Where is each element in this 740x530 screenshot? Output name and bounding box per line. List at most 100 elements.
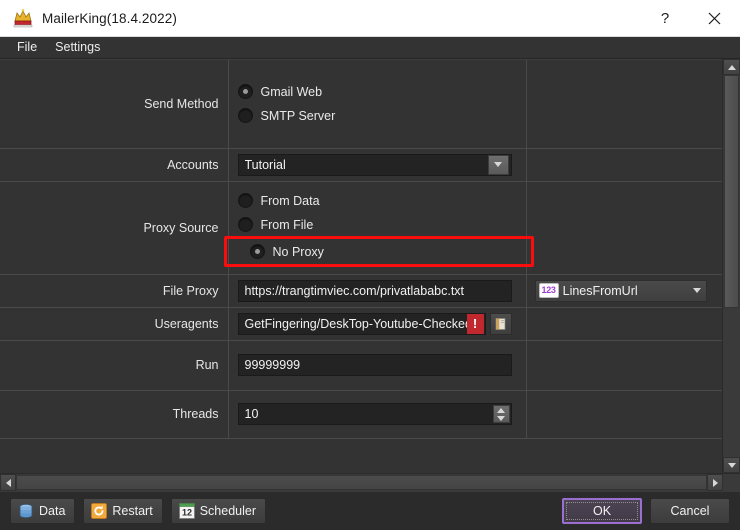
no-proxy-highlight-wrap: No Proxy [223, 236, 534, 267]
row-proxy-source: Proxy Source From Data From File No Prox… [0, 181, 722, 275]
radio-group-send-method: Gmail Web SMTP Server [237, 84, 526, 124]
chevron-down-icon[interactable] [487, 154, 509, 175]
bottom-toolbar: Data Restart 12 Scheduler OK Cancel [0, 491, 740, 530]
field-run: 99999999 [228, 340, 527, 391]
extra-run [526, 340, 722, 391]
number-type-icon: 123 [538, 283, 559, 298]
radio-gmail-web[interactable]: Gmail Web [237, 84, 526, 100]
scrollbar-corner [723, 474, 740, 491]
file-proxy-value: https://trangtimviec.com/privatlababc.tx… [244, 283, 465, 298]
form-table: Send Method Gmail Web SMTP Server Accoun… [0, 60, 722, 439]
extra-accounts [526, 148, 722, 182]
horizontal-scroll-track[interactable] [16, 474, 707, 491]
extra-send-method [526, 60, 722, 149]
field-proxy-source: From Data From File No Proxy [223, 181, 534, 275]
radio-from-data[interactable]: From Data [237, 193, 526, 208]
scroll-down-button[interactable] [723, 457, 740, 473]
restart-button[interactable]: Restart [83, 498, 163, 524]
threads-value: 10 [244, 407, 259, 421]
label-run: Run [0, 340, 229, 391]
settings-form: Send Method Gmail Web SMTP Server Accoun… [0, 59, 722, 473]
database-icon [19, 503, 33, 519]
threads-stepper[interactable] [492, 405, 510, 423]
help-icon: ? [660, 9, 670, 27]
row-send-method: Send Method Gmail Web SMTP Server [0, 60, 722, 149]
file-proxy-type-value: LinesFromUrl [562, 283, 638, 298]
content-row: Send Method Gmail Web SMTP Server Accoun… [0, 59, 740, 473]
calendar-12-icon: 12 [178, 503, 195, 519]
scroll-right-button[interactable] [707, 474, 723, 491]
threads-spinner[interactable]: 10 [237, 403, 512, 425]
folder-icon [495, 317, 505, 330]
file-proxy-type-combo[interactable]: 123 LinesFromUrl [534, 279, 707, 302]
window-title: MailerKing(18.4.2022) [42, 10, 177, 26]
row-accounts: Accounts Tutorial [0, 148, 722, 182]
crown-icon [12, 7, 34, 29]
field-file-proxy: https://trangtimviec.com/privatlababc.tx… [228, 274, 527, 308]
radio-label-no-proxy: No Proxy [272, 244, 324, 259]
useragents-field-group: GetFingering/DeskTop-Youtube-Checked. ! [237, 312, 526, 335]
stepper-up-button[interactable] [494, 406, 509, 414]
useragents-value: GetFingering/DeskTop-Youtube-Checked. [244, 316, 476, 331]
run-input[interactable]: 99999999 [237, 354, 512, 376]
restart-button-label: Restart [112, 504, 153, 518]
extra-file-proxy: 123 LinesFromUrl [526, 274, 722, 308]
horizontal-scroll-thumb[interactable] [16, 475, 707, 490]
stepper-down-button[interactable] [494, 414, 509, 422]
close-icon [708, 12, 720, 24]
scroll-up-button[interactable] [723, 59, 740, 75]
field-useragents: GetFingering/DeskTop-Youtube-Checked. ! [228, 307, 527, 341]
field-send-method: Gmail Web SMTP Server [228, 60, 527, 149]
row-useragents: Useragents GetFingering/DeskTop-Youtube-… [0, 307, 722, 341]
content-area: Send Method Gmail Web SMTP Server Accoun… [0, 59, 740, 491]
radio-indicator-from-file[interactable] [237, 217, 253, 232]
radio-smtp-server[interactable]: SMTP Server [237, 108, 526, 124]
radio-indicator-no-proxy[interactable] [249, 244, 265, 259]
help-button[interactable]: ? [642, 0, 688, 36]
accounts-combo-value: Tutorial [244, 157, 286, 172]
ok-button-label: OK [592, 504, 612, 518]
data-button-label: Data [39, 504, 66, 518]
menu-file[interactable]: File [8, 38, 46, 57]
scroll-left-button[interactable] [0, 474, 16, 491]
extra-proxy-source [526, 181, 722, 275]
menu-settings[interactable]: Settings [46, 38, 109, 57]
scheduler-button[interactable]: 12 Scheduler [170, 498, 266, 524]
radio-indicator-gmail-web[interactable] [237, 84, 253, 100]
restart-icon [91, 503, 108, 519]
data-button[interactable]: Data [10, 498, 76, 524]
vertical-scrollbar[interactable] [722, 59, 740, 473]
row-run: Run 99999999 [0, 340, 722, 391]
file-proxy-input[interactable]: https://trangtimviec.com/privatlababc.tx… [237, 279, 512, 302]
radio-group-proxy-source: From Data From File No Proxy [223, 193, 534, 267]
field-accounts: Tutorial [228, 148, 527, 182]
useragents-input[interactable]: GetFingering/DeskTop-Youtube-Checked. ! [237, 312, 486, 335]
threads-input[interactable]: 10 [237, 403, 512, 425]
radio-label-from-data: From Data [260, 193, 320, 208]
row-file-proxy: File Proxy https://trangtimviec.com/priv… [0, 274, 722, 308]
mailerking-window: MailerKing(18.4.2022) ? File Settings Se… [0, 0, 740, 530]
field-threads: 10 [228, 390, 527, 439]
horizontal-scrollbar[interactable] [0, 473, 740, 491]
label-useragents: Useragents [0, 307, 229, 341]
vertical-scroll-thumb[interactable] [724, 75, 739, 309]
title-bar: MailerKing(18.4.2022) ? [0, 0, 740, 37]
close-button[interactable] [688, 0, 740, 36]
radio-indicator-from-data[interactable] [237, 193, 253, 208]
error-icon[interactable]: ! [466, 313, 484, 334]
svg-text:12: 12 [182, 508, 192, 518]
accounts-combo[interactable]: Tutorial [237, 153, 512, 176]
chevron-down-icon[interactable] [688, 288, 706, 293]
ok-button[interactable]: OK [562, 498, 642, 524]
radio-from-file[interactable]: From File [237, 217, 526, 232]
radio-indicator-smtp-server[interactable] [237, 108, 253, 124]
label-threads: Threads [0, 390, 229, 439]
label-proxy-source: Proxy Source [0, 181, 229, 275]
radio-no-proxy[interactable]: No Proxy [238, 241, 526, 262]
vertical-scroll-track[interactable] [723, 75, 740, 457]
radio-label-from-file: From File [260, 217, 314, 232]
useragents-browse-button[interactable] [489, 312, 512, 335]
label-file-proxy: File Proxy [0, 274, 229, 308]
cancel-button[interactable]: Cancel [650, 498, 730, 524]
scheduler-button-label: Scheduler [199, 504, 256, 518]
